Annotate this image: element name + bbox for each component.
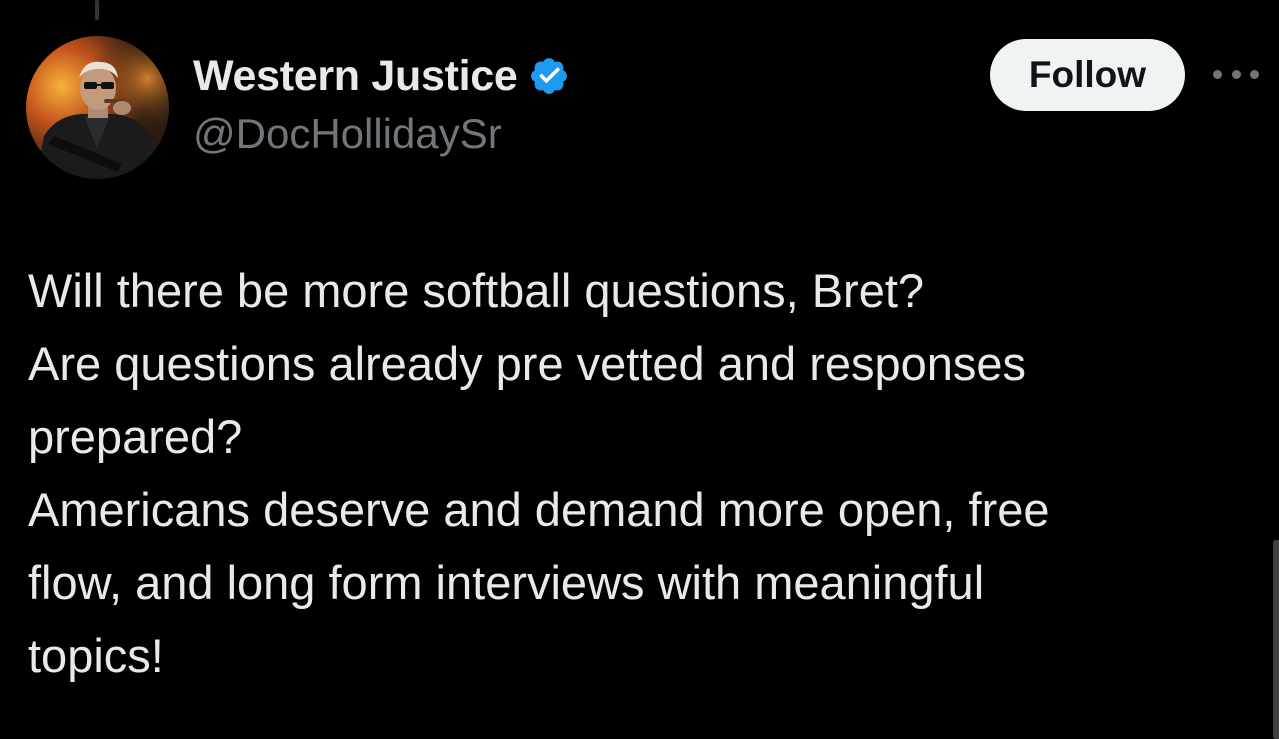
thread-connector-line <box>95 0 99 20</box>
tweet-line: Americans deserve and demand more open, … <box>28 483 1050 536</box>
avatar-image <box>26 36 169 179</box>
ellipsis-dot <box>1250 69 1259 79</box>
ellipsis-icon[interactable] <box>1213 63 1259 85</box>
author-display-name[interactable]: Western Justice <box>193 52 518 101</box>
follow-button[interactable]: Follow <box>990 39 1185 111</box>
tweet-line: Are questions already pre vetted and res… <box>28 337 1027 390</box>
author-name-row: Western Justice <box>193 48 570 104</box>
author-handle[interactable]: @DocHollidaySr <box>193 110 502 158</box>
tweet-line: prepared? <box>28 410 243 463</box>
tweet-line: topics! <box>28 629 164 682</box>
tweet-line: flow, and long form interviews with mean… <box>28 556 985 609</box>
scrollbar-thumb[interactable] <box>1273 540 1279 739</box>
tweet-text: Will there be more softball questions, B… <box>28 254 1238 692</box>
ellipsis-dot <box>1231 69 1241 79</box>
avatar[interactable] <box>26 36 169 179</box>
tweet-line: Will there be more softball questions, B… <box>28 264 925 317</box>
verified-badge-icon <box>530 58 567 94</box>
ellipsis-dot <box>1213 69 1222 79</box>
